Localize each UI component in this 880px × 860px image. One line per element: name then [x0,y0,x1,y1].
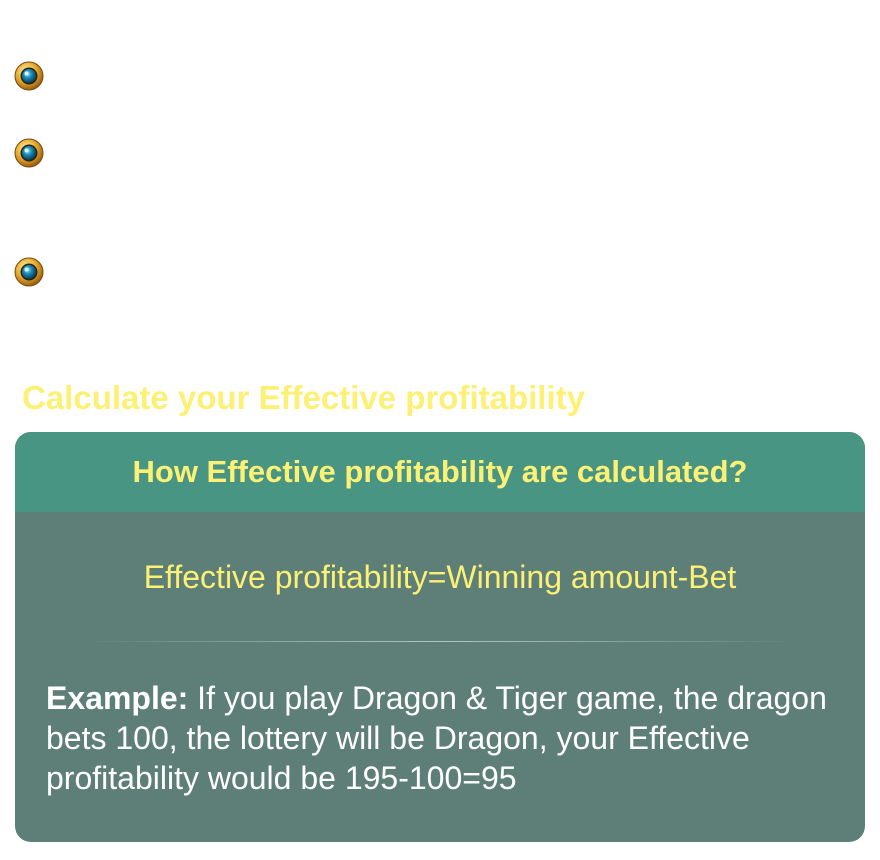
section-title: Calculate your Effective profitability [22,379,585,416]
card-header-title: How Effective profitability are calculat… [15,432,865,512]
gold-gem-bullet-icon [14,257,44,287]
profitability-card: How Effective profitability are calculat… [15,432,865,842]
example-paragraph: Example: If you play Dragon & Tiger game… [46,678,835,798]
gold-gem-bullet-icon [14,138,44,168]
profitability-formula: Effective profitability=Winning amount-B… [143,559,737,595]
gold-gem-bullet-icon [14,61,44,91]
divider [85,641,795,642]
example-label: Example: [46,680,189,716]
